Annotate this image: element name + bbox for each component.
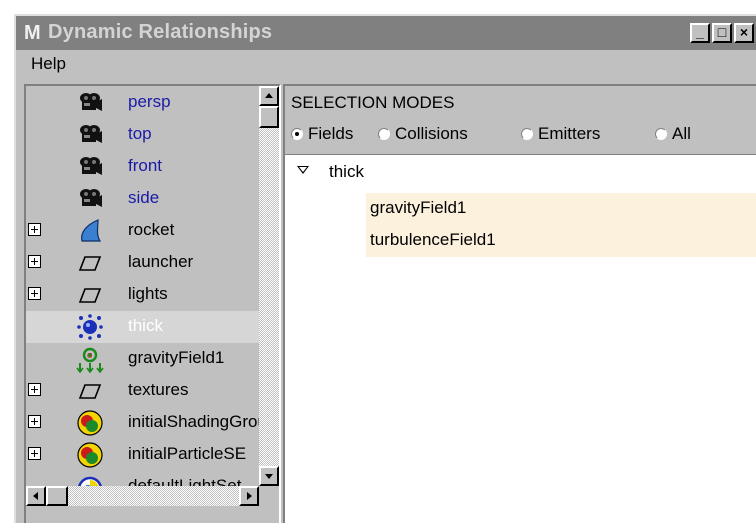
horizontal-scroll-thumb[interactable] [46, 486, 68, 506]
gravity-field-icon: G [76, 345, 104, 374]
outliner-item-label: persp [128, 92, 171, 111]
camera-icon [76, 153, 104, 181]
close-button[interactable]: × [734, 23, 754, 43]
tree-child-label: turbulenceField1 [370, 230, 496, 249]
selection-panel: SELECTION MODES Fields Collisions Emitte… [283, 84, 756, 523]
outliner-item-textures[interactable]: textures [26, 375, 259, 407]
expand-plus-icon[interactable] [28, 383, 41, 396]
tree-child-item[interactable]: gravityField1 [366, 193, 756, 225]
radio-label: Collisions [395, 124, 468, 143]
outliner-item-side[interactable]: side [26, 183, 259, 215]
outliner-panel: persp top front side rocket launcher lights thi… [24, 84, 281, 523]
relationship-tree[interactable]: thick gravityField1 turbulenceField1 [285, 154, 756, 523]
shading-group-icon [76, 441, 104, 469]
scrollbar-corner [259, 486, 279, 506]
transform-icon [76, 249, 104, 277]
outliner-item-top[interactable]: top [26, 119, 259, 151]
svg-text:G: G [87, 353, 92, 360]
outliner-list[interactable]: persp top front side rocket launcher lights thi… [26, 86, 259, 486]
shading-group-icon [76, 409, 104, 437]
outliner-item-gravityfield1[interactable]: GgravityField1 [26, 343, 259, 375]
tree-parent-item[interactable]: thick [329, 162, 364, 182]
transform-icon [76, 281, 104, 309]
outliner-item-label: defaultLightSet [128, 476, 242, 486]
camera-icon [76, 185, 104, 213]
light-set-icon [76, 473, 104, 486]
outliner-item-thick[interactable]: thick [26, 311, 259, 343]
outliner-item-label: top [128, 124, 152, 143]
outliner-item-label: initialParticleSE [128, 444, 247, 463]
outliner-item-label: front [128, 156, 163, 175]
outliner-item-front[interactable]: front [26, 151, 259, 183]
outliner-item-launcher[interactable]: launcher [26, 247, 259, 279]
scroll-left-button[interactable] [26, 486, 46, 506]
radio-indicator [655, 128, 667, 140]
outliner-item-label: textures [128, 380, 189, 399]
nurbs-surface-icon [76, 217, 104, 245]
vertical-scroll-thumb[interactable] [259, 106, 279, 128]
expand-plus-icon[interactable] [28, 447, 41, 460]
arrow-down-icon [265, 474, 273, 479]
outliner-item-label: side [128, 188, 160, 207]
arrow-right-icon [247, 492, 252, 500]
outliner-vertical-scrollbar[interactable] [259, 86, 279, 486]
outliner-item-label: rocket [128, 220, 175, 239]
camera-icon [76, 89, 104, 117]
selection-modes-title: SELECTION MODES [291, 93, 455, 112]
scroll-up-button[interactable] [259, 86, 279, 106]
expand-plus-icon[interactable] [28, 223, 41, 236]
outliner-item-rocket[interactable]: rocket [26, 215, 259, 247]
title-bar[interactable]: M Dynamic Relationships _ □ × [16, 16, 756, 50]
scroll-right-button[interactable] [239, 486, 259, 506]
outliner-item-label: initialShadingGroup [128, 412, 259, 431]
outliner-item-lights[interactable]: lights [26, 279, 259, 311]
outliner-item-label: thick [128, 316, 163, 335]
tree-child-label: gravityField1 [370, 198, 467, 217]
expand-plus-icon[interactable] [28, 415, 41, 428]
radio-indicator [291, 128, 303, 140]
camera-icon [76, 121, 104, 149]
scroll-down-button[interactable] [259, 466, 279, 486]
outliner-item-initialshadinggroup[interactable]: initialShadingGroup [26, 407, 259, 439]
expand-plus-icon[interactable] [28, 255, 41, 268]
particle-icon [76, 313, 104, 341]
arrow-up-icon [265, 93, 273, 98]
outliner-item-initialparticlese[interactable]: initialParticleSE [26, 439, 259, 471]
radio-indicator [521, 128, 533, 140]
radio-indicator [378, 128, 390, 140]
outliner-item-label: gravityField1 [128, 348, 225, 367]
radio-label: All [672, 124, 691, 143]
maximize-button[interactable]: □ [712, 23, 732, 43]
menu-help[interactable]: Help [31, 54, 66, 74]
minimize-button[interactable]: _ [690, 23, 710, 43]
arrow-left-icon [33, 492, 38, 500]
outliner-item-label: launcher [128, 252, 194, 271]
menu-bar: Help [16, 50, 756, 80]
outliner-horizontal-scrollbar[interactable] [26, 486, 259, 506]
window-title: Dynamic Relationships [48, 21, 273, 43]
expand-plus-icon[interactable] [28, 287, 41, 300]
expand-triangle-icon[interactable] [297, 166, 309, 174]
dynamic-relationships-window: M Dynamic Relationships _ □ × Help persp… [14, 14, 756, 523]
transform-icon [76, 377, 104, 405]
maya-app-icon: M [24, 22, 41, 44]
radio-label: Fields [308, 124, 354, 143]
outliner-item-label: lights [128, 284, 168, 303]
outliner-item-persp[interactable]: persp [26, 87, 259, 119]
tree-child-item[interactable]: turbulenceField1 [366, 225, 756, 257]
radio-label: Emitters [538, 124, 601, 143]
outliner-item-defaultlightset[interactable]: defaultLightSet [26, 471, 259, 486]
